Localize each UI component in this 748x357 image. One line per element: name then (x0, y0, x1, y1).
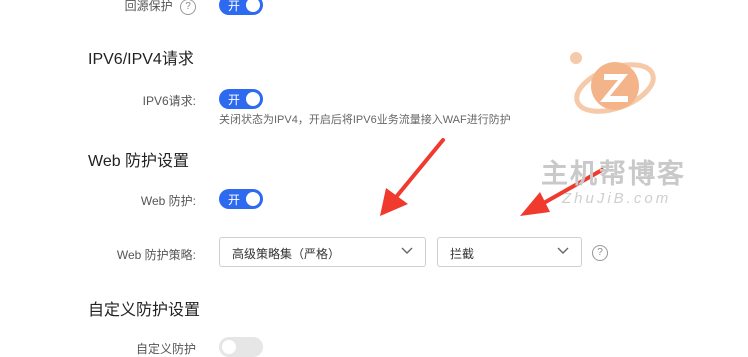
strategy-select-value: 高级策略集（严格） (232, 247, 341, 261)
help-icon[interactable]: ? (180, 0, 196, 15)
custom-protect-toggle[interactable] (219, 337, 263, 357)
watermark-logo-icon (570, 52, 656, 114)
web-protect-toggle[interactable]: 开 (219, 189, 263, 209)
web-protect-section-title: Web 防护设置 (88, 153, 190, 170)
web-strategy-label: Web 防护策略: (116, 248, 196, 262)
strategy-select[interactable]: 高级策略集（严格） (219, 237, 426, 267)
toggle-knob (246, 0, 260, 12)
origin-protect-toggle[interactable]: 开 (219, 0, 263, 15)
web-protect-label: Web 防护: (140, 194, 196, 208)
watermark-brand: 主机帮博客 (541, 159, 686, 189)
toggle-knob (246, 92, 260, 106)
ipv6-toggle[interactable]: 开 (219, 89, 263, 109)
strategy-help-icon[interactable]: ? (592, 245, 608, 261)
origin-protect-row: 回源保护 ? (6, 0, 196, 15)
annotation-arrow-1 (380, 138, 445, 216)
custom-protect-section-title: 自定义防护设置 (88, 302, 201, 319)
custom-protect-label: 自定义防护 (135, 342, 196, 356)
ipv6-section-title: IPV6/IPV4请求 (88, 51, 194, 68)
chevron-down-icon (401, 247, 413, 254)
action-select-value: 拦截 (450, 247, 475, 261)
toggle-knob (246, 192, 260, 206)
watermark-domain: ZhuJiB.com (562, 190, 672, 207)
ipv6-hint: 关闭状态为IPV4，开启后将IPV6业务流量接入WAF进行防护 (219, 114, 511, 126)
origin-protect-label: 回源保护 (124, 0, 173, 13)
chevron-down-icon (557, 247, 569, 254)
ipv6-label: IPV6请求: (142, 94, 196, 108)
toggle-knob (222, 340, 236, 354)
action-select[interactable]: 拦截 (437, 237, 582, 267)
